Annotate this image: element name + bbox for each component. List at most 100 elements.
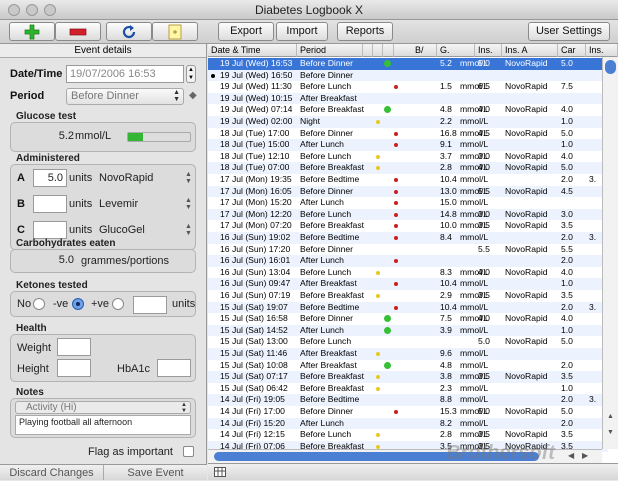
datetime-field[interactable]: 19/07/2006 16:53 xyxy=(66,65,184,83)
minimize-window-button[interactable] xyxy=(26,4,38,16)
cell-car: 3.5 xyxy=(561,371,573,382)
col-datetime[interactable]: Date & Time xyxy=(208,44,297,57)
table-row[interactable]: 19 Jul (Wed) 07:14 Before Breakfast 4.8 mmo… xyxy=(208,104,608,116)
period-select[interactable]: Before Dinner ▲ ▼ xyxy=(66,88,184,105)
discard-changes-button[interactable]: Discard Changes xyxy=(0,464,104,480)
ketones-no-radio[interactable] xyxy=(33,298,45,310)
user-settings-button[interactable]: User Settings xyxy=(528,22,610,41)
col-period[interactable]: Period xyxy=(297,44,363,57)
table-row[interactable]: 15 Jul (Sat) 19:07 Before Bedtime 10.4 mmol… xyxy=(208,301,608,314)
insulin-a-units: units xyxy=(69,172,93,184)
scroll-down-arrow-icon[interactable]: ▼ xyxy=(607,429,614,436)
table-row[interactable]: 18 Jul (Tue) 17:00 Before Dinner 16.8 mmol/… xyxy=(208,128,608,140)
vertical-scrollbar[interactable]: ▲ ▼ xyxy=(602,57,618,449)
new-note-button[interactable] xyxy=(152,22,198,41)
flag-important-checkbox[interactable] xyxy=(183,446,194,457)
table-row[interactable]: 15 Jul (Sat) 16:58 Before Dinner 7.5 mmol/L… xyxy=(208,313,608,325)
add-event-button[interactable] xyxy=(9,22,55,41)
cell-period: Before Breakfast xyxy=(300,104,365,115)
table-row[interactable]: 19 Jul (Wed) 11:30 Before Lunch 1.5 mmol/L 6… xyxy=(208,81,608,93)
table-row[interactable]: 14 Jul (Fri) 19:05 Before Bedtime 8.8 mmol/… xyxy=(208,394,608,406)
col-ins[interactable]: Ins. xyxy=(475,44,502,57)
col-mark-3[interactable] xyxy=(383,44,394,57)
col-car[interactable]: Car xyxy=(558,44,586,57)
refresh-button[interactable] xyxy=(106,22,152,41)
table-row[interactable]: 19 Jul (Wed) 16:50 Before Dinner xyxy=(208,69,608,82)
table-row[interactable]: 17 Jul (Mon) 07:20 Before Breakfast 10.0 mm… xyxy=(208,220,608,232)
zoom-window-button[interactable] xyxy=(44,4,56,16)
cell-period: After Lunch xyxy=(300,139,344,150)
table-row[interactable]: 17 Jul (Mon) 12:20 Before Lunch 14.8 mmol/L… xyxy=(208,208,608,221)
hba1c-field[interactable] xyxy=(157,359,191,377)
table-row[interactable]: 16 Jul (Sun) 19:02 Before Bedtime 8.4 mmol/… xyxy=(208,232,608,244)
table-row[interactable]: 17 Jul (Mon) 15:20 After Lunch 15.0 mmol/L xyxy=(208,197,608,209)
table-row[interactable]: 17 Jul (Mon) 16:05 Before Dinner 13.0 mmol/… xyxy=(208,185,608,198)
high-glucose-dot-icon xyxy=(394,259,398,264)
datetime-stepper[interactable]: ▲ ▼ xyxy=(186,65,196,83)
notes-category-select[interactable]: Activity (Hi) ▲ ▼ xyxy=(15,401,191,414)
health-label: Health xyxy=(16,323,47,334)
col-ins-2[interactable]: Ins. xyxy=(586,44,618,57)
col-mark-2[interactable] xyxy=(373,44,383,57)
insulin-c-field[interactable] xyxy=(33,221,67,239)
table-row[interactable]: 14 Jul (Fri) 17:00 Before Dinner 15.3 mmol/… xyxy=(208,406,608,418)
table-row[interactable]: 17 Jul (Mon) 19:35 Before Bedtime 10.4 mmol… xyxy=(208,174,608,186)
table-row[interactable]: 18 Jul (Tue) 15:00 After Lunch 9.1 mmol/L 1.… xyxy=(208,139,608,151)
table-row[interactable]: 15 Jul (Sat) 14:52 After Lunch 3.9 mmol/L 1.… xyxy=(208,324,608,337)
cell-dt: 15 Jul (Sat) 10:08 xyxy=(220,359,288,370)
table-row[interactable]: 18 Jul (Tue) 12:10 Before Lunch 3.7 mmol/L 3… xyxy=(208,151,608,163)
remove-event-button[interactable] xyxy=(55,22,101,41)
close-window-button[interactable] xyxy=(8,4,20,16)
table-row[interactable]: 18 Jul (Tue) 07:00 Before Breakfast 2.8 mmo… xyxy=(208,162,608,174)
table-row[interactable]: 14 Jul (Fri) 12:15 Before Lunch 2.8 mmol/L 3… xyxy=(208,429,608,441)
col-glucose[interactable]: G. xyxy=(437,44,475,57)
cell-unit: mmol/L xyxy=(460,197,489,208)
cell-period: Before Breakfast xyxy=(300,162,365,173)
glucose-field[interactable]: 5.2 xyxy=(33,128,77,146)
insulin-a-field[interactable]: 5.0 xyxy=(33,169,67,187)
table-row[interactable]: 19 Jul (Wed) 16:53 Before Dinner 5.2 mmol/L… xyxy=(208,58,608,70)
insulin-b-select-arrows-icon[interactable]: ▲ ▼ xyxy=(185,197,192,211)
table-row[interactable]: 15 Jul (Sat) 10:08 After Breakfast 4.8 mmol… xyxy=(208,360,608,372)
carbs-field[interactable]: 5.0 xyxy=(33,252,77,270)
reports-button[interactable]: Reports xyxy=(337,22,393,41)
note-add-icon xyxy=(168,24,182,40)
ketones-field[interactable] xyxy=(133,296,167,314)
table-row[interactable]: 14 Jul (Fri) 15:20 After Lunch 8.2 mmol/L 2.… xyxy=(208,417,608,430)
table-row[interactable]: 15 Jul (Sat) 07:17 Before Breakfast 3.8 mmo… xyxy=(208,371,608,383)
col-ins-a[interactable]: Ins. A xyxy=(502,44,558,57)
table-row[interactable]: 16 Jul (Sun) 17:20 Before Dinner 5.5 NovoRa… xyxy=(208,244,608,256)
import-button[interactable]: Import xyxy=(276,22,328,41)
table-view-icon[interactable] xyxy=(214,467,226,477)
cell-period: Before Breakfast xyxy=(300,371,365,382)
table-row[interactable]: 19 Jul (Wed) 10:15 After Breakfast xyxy=(208,92,608,105)
table-row[interactable]: 15 Jul (Sat) 06:42 Before Breakfast 2.3 mmo… xyxy=(208,383,608,395)
weight-field[interactable] xyxy=(57,338,91,356)
table-row[interactable]: 16 Jul (Sun) 13:04 Before Lunch 8.3 mmol/L 4… xyxy=(208,267,608,279)
height-field[interactable] xyxy=(57,359,91,377)
table-row[interactable]: 19 Jul (Wed) 02:00 Night 2.2 mmol/L 1.0 xyxy=(208,116,608,128)
cell-period: After Lunch xyxy=(300,197,344,208)
col-b[interactable]: B/ xyxy=(412,44,437,57)
table-row[interactable]: 15 Jul (Sat) 13:00 Before Lunch 5.0 NovoRap… xyxy=(208,336,608,348)
scroll-right-arrow-icon[interactable]: ▶ xyxy=(582,451,588,460)
ketones-pos-radio[interactable] xyxy=(112,298,124,310)
insulin-c-select-arrows-icon[interactable]: ▲ ▼ xyxy=(185,223,192,237)
scroll-left-arrow-icon[interactable]: ◀ xyxy=(568,451,574,460)
save-event-button[interactable]: Save Event xyxy=(104,464,207,480)
table-row[interactable]: 16 Jul (Sun) 09:47 After Breakfast 10.4 mmo… xyxy=(208,278,608,290)
scroll-up-arrow-icon[interactable]: ▲ xyxy=(607,413,614,420)
cell-period: After Breakfast xyxy=(300,359,357,370)
insulin-b-field[interactable] xyxy=(33,195,67,213)
cell-ins2: 3. xyxy=(589,232,597,242)
table-row[interactable]: 15 Jul (Sat) 11:46 After Breakfast 9.6 mmol… xyxy=(208,348,608,360)
insulin-a-select-arrows-icon[interactable]: ▲ ▼ xyxy=(185,171,192,185)
cell-car: 3.5 xyxy=(561,220,573,231)
table-row[interactable]: 16 Jul (Sun) 16:01 After Lunch 2.0 xyxy=(208,255,608,267)
scroll-thumb[interactable] xyxy=(605,60,616,74)
col-mark-1[interactable] xyxy=(363,44,373,57)
notes-textarea[interactable]: Playing football all afternoon xyxy=(15,415,191,435)
export-button[interactable]: Export xyxy=(218,22,274,41)
table-row[interactable]: 16 Jul (Sun) 07:19 Before Breakfast 2.9 mmo… xyxy=(208,290,608,302)
ketones-neg-radio[interactable] xyxy=(72,298,84,310)
